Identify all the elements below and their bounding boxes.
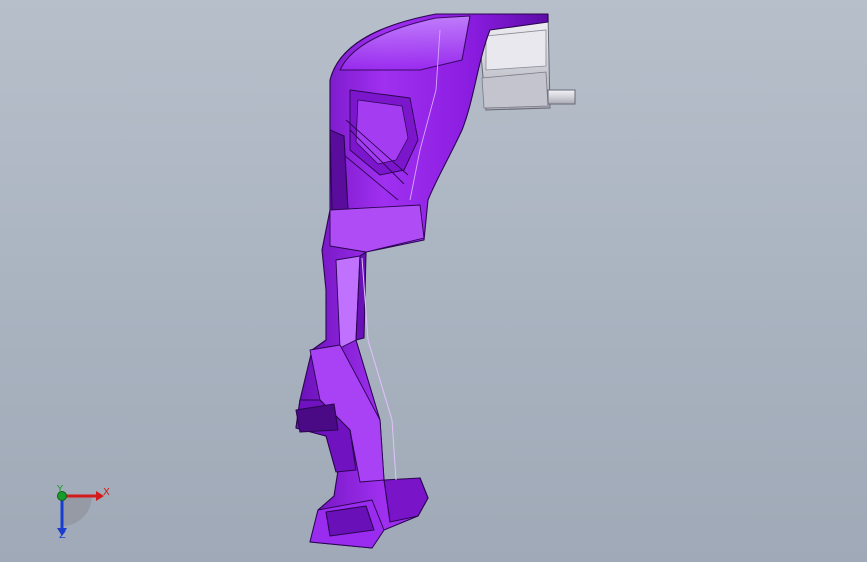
coordinate-triad: X Y Z [40,480,120,550]
graphics-viewport[interactable]: X Y Z [0,0,867,562]
y-axis-label: Y [57,484,64,495]
x-axis-label: X [103,487,110,498]
z-axis-label: Z [59,530,66,541]
cad-part-model[interactable] [0,0,867,562]
